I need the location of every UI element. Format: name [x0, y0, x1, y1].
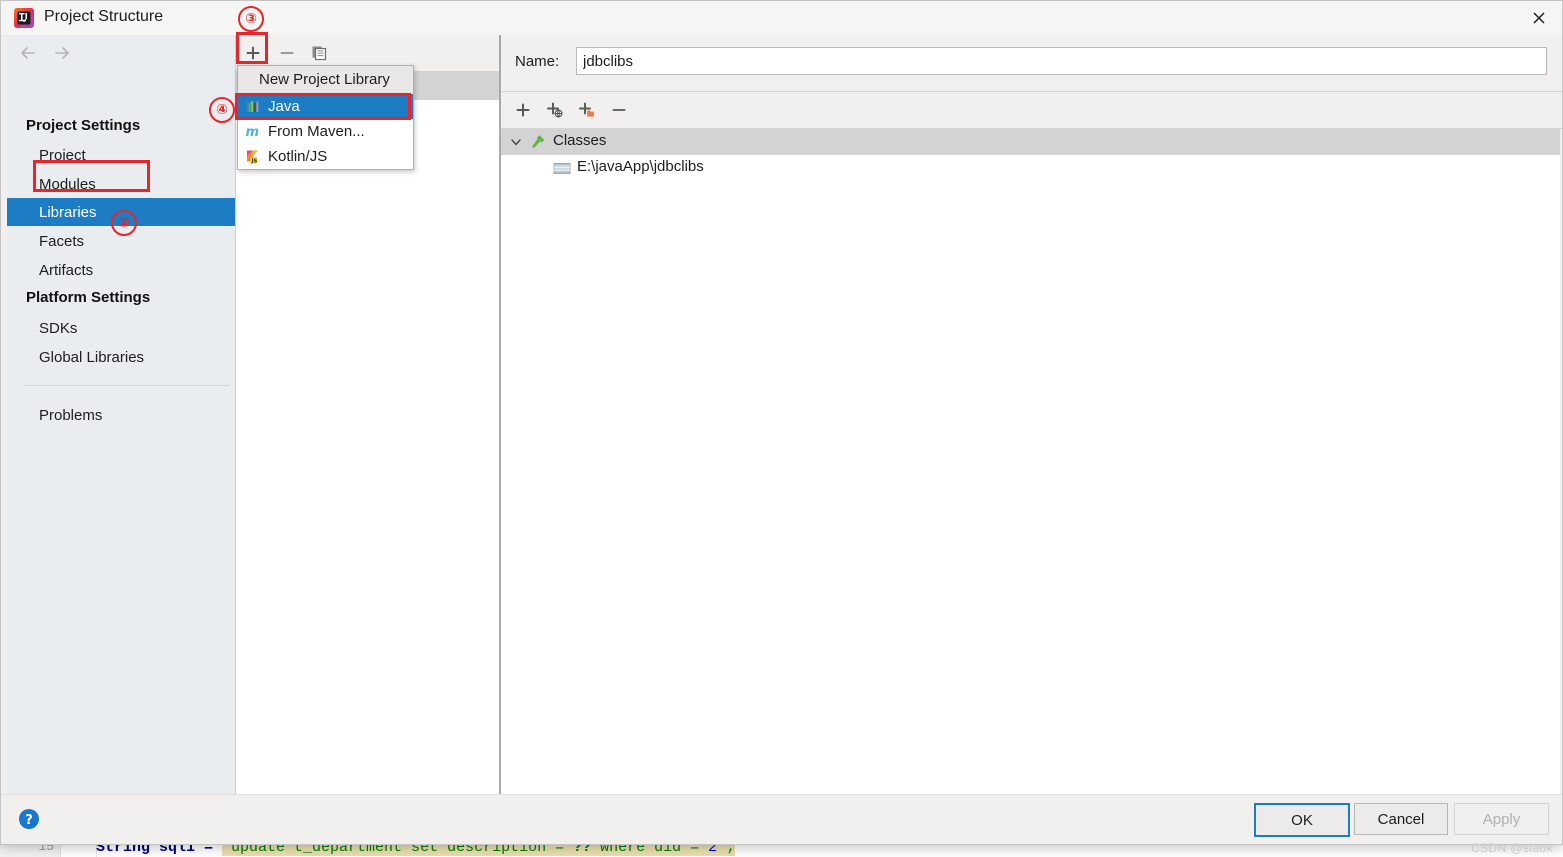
forward-arrow-icon[interactable] [51, 43, 77, 63]
settings-sidebar: Project Settings Platform Settings Proje… [7, 35, 236, 795]
classes-tree-root-row[interactable]: Classes [501, 129, 1562, 155]
sidebar-group-platform-settings: Platform Settings [26, 289, 151, 306]
attach-folder-button[interactable] [573, 98, 601, 122]
svg-text:JS: JS [250, 158, 257, 164]
menu-item-kotlin-js-label: Kotlin/JS [268, 148, 328, 165]
maven-icon: m [244, 123, 261, 140]
back-arrow-icon[interactable] [17, 43, 43, 63]
sidebar-item-sdks[interactable]: SDKs [7, 314, 235, 342]
menu-item-java-label: Java [268, 98, 300, 115]
sidebar-item-modules[interactable]: Modules [7, 170, 235, 198]
archive-folder-icon [553, 161, 571, 176]
menu-item-kotlin-js[interactable]: JS Kotlin/JS [238, 144, 413, 169]
library-name-bar: Name: [501, 35, 1562, 92]
dialog-footer: ? OK Cancel Apply [1, 794, 1562, 844]
new-project-library-menu: New Project Library Java m From Maven...… [237, 65, 414, 170]
help-icon[interactable]: ? [17, 807, 41, 831]
cancel-button[interactable]: Cancel [1354, 803, 1448, 835]
details-scrollbar-track[interactable] [1560, 129, 1562, 795]
dialog-titlebar: Project Structure [1, 1, 1562, 36]
screen: 15 String sql1 = "update t_department se… [0, 0, 1563, 857]
menu-item-from-maven[interactable]: m From Maven... [238, 119, 413, 144]
remove-root-button[interactable] [605, 98, 633, 122]
add-from-repository-button[interactable] [541, 98, 569, 122]
sidebar-item-project[interactable]: Project [7, 141, 235, 169]
sidebar-item-global-libraries[interactable]: Global Libraries [7, 343, 235, 371]
kotlin-js-icon: JS [244, 148, 261, 165]
sidebar-group-project-settings: Project Settings [26, 117, 141, 134]
classes-tree-child-row[interactable]: E:\javaApp\jdbclibs [501, 157, 1562, 181]
sidebar-divider [25, 385, 229, 386]
svg-text:?: ? [25, 813, 33, 828]
library-details-panel: Name: jdbclibs Classes E:\javaApp\jdbcli… [501, 35, 1562, 795]
classes-tree-root-label: Classes [553, 132, 607, 149]
intellij-idea-icon [13, 7, 35, 29]
chevron-down-icon[interactable] [507, 133, 525, 151]
add-library-button[interactable] [240, 41, 266, 65]
sidebar-item-facets[interactable]: Facets [7, 227, 235, 255]
svg-text:m: m [245, 125, 259, 139]
close-icon[interactable] [1516, 1, 1562, 35]
name-label: Name: [515, 53, 560, 70]
apply-button: Apply [1454, 803, 1549, 835]
watermark: CSDN @siaok [1471, 841, 1553, 855]
sidebar-nav-buttons [7, 35, 235, 71]
menu-item-from-maven-label: From Maven... [268, 123, 365, 140]
roots-toolbar [501, 92, 1562, 129]
sidebar-item-problems[interactable]: Problems [7, 401, 235, 429]
project-structure-dialog: Project Structure Project Settings Platf… [0, 0, 1563, 845]
classes-tree-child-label: E:\javaApp\jdbclibs [577, 158, 704, 175]
sidebar-item-artifacts[interactable]: Artifacts [7, 256, 235, 284]
dialog-title: Project Structure [44, 8, 164, 25]
add-root-button[interactable] [509, 98, 537, 122]
menu-title-new-project-library: New Project Library [238, 66, 413, 94]
remove-library-button[interactable] [274, 41, 300, 65]
library-name-input[interactable] [576, 47, 1547, 75]
java-library-icon [244, 98, 261, 115]
copy-library-button[interactable] [306, 41, 332, 65]
sidebar-item-libraries[interactable]: Libraries [7, 198, 235, 226]
menu-item-java[interactable]: Java [238, 94, 413, 119]
hammer-icon [529, 133, 547, 151]
ok-button[interactable]: OK [1254, 803, 1350, 837]
